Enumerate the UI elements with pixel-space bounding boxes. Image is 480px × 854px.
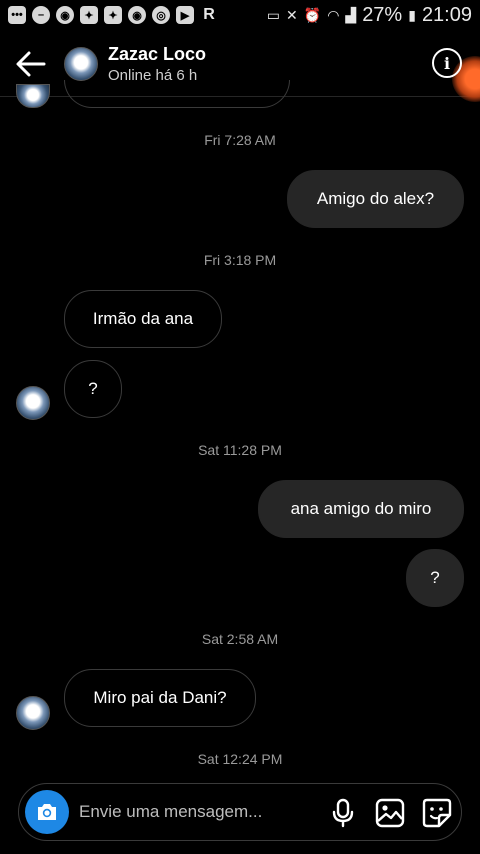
message-incoming[interactable]: Irmão da ana (64, 290, 222, 348)
camera-icon (38, 804, 56, 820)
message-composer: Envie uma mensagem... (18, 783, 462, 841)
alarm-icon: ⏰ (303, 7, 322, 23)
message-incoming[interactable]: ? (64, 360, 122, 418)
avatar[interactable] (64, 47, 98, 81)
signal-icon: ▟ (345, 7, 357, 23)
system-indicators: ▭ ✕ ⏰ ◠ ▟ 27% ▮ 21:09 (267, 4, 472, 27)
back-arrow-icon[interactable] (14, 48, 50, 80)
camera-button[interactable] (25, 790, 69, 834)
app-icon: ◉ (128, 6, 146, 24)
info-icon[interactable]: i (432, 48, 462, 78)
app-icon: ◉ (56, 6, 74, 24)
messages-icon: ••• (8, 6, 26, 24)
message-outgoing[interactable]: ana amigo do miro (258, 480, 464, 538)
message-outgoing[interactable]: ? (406, 549, 464, 607)
timestamp: Fri 3:18 PM (203, 252, 277, 268)
battery-icon: ▮ (408, 7, 416, 23)
dnd-icon: – (32, 6, 50, 24)
cast-icon: ▭ (266, 7, 281, 23)
status-bar: ••• – ◉ ✦ ✦ ◉ ◎ ▶ R ▭ ✕ ⏰ ◠ ▟ 27% ▮ 21:0… (0, 0, 480, 34)
app-icon: ✦ (80, 6, 98, 24)
microphone-icon[interactable] (327, 797, 359, 829)
app-icon: R (203, 6, 215, 23)
notification-icons: ••• – ◉ ✦ ✦ ◉ ◎ ▶ R (8, 6, 218, 24)
wifi-icon: ◠ (327, 7, 340, 23)
avatar[interactable] (16, 386, 50, 420)
sticker-icon[interactable] (421, 797, 453, 829)
image-icon[interactable] (374, 797, 406, 829)
app-icon: ✦ (104, 6, 122, 24)
youtube-icon: ▶ (176, 6, 194, 24)
battery-percent: 27% (362, 4, 403, 26)
timestamp: Sat 12:24 PM (197, 751, 283, 767)
message-input[interactable]: Envie uma mensagem... (79, 802, 262, 822)
message-incoming[interactable]: Miro pai da Dani? (64, 669, 256, 727)
mute-icon: ✕ (286, 7, 298, 23)
timestamp: Sat 11:28 PM (198, 442, 282, 458)
avatar (16, 84, 50, 108)
timestamp: Sat 2:58 AM (201, 631, 279, 647)
contact-name[interactable]: Zazac Loco (108, 44, 206, 65)
clock: 21:09 (421, 4, 472, 26)
message-outgoing[interactable]: Amigo do alex? (287, 170, 464, 228)
timestamp: Fri 7:28 AM (204, 132, 276, 148)
avatar[interactable] (16, 696, 50, 730)
message-bubble-partial (64, 80, 290, 108)
app-icon: ◎ (152, 6, 170, 24)
